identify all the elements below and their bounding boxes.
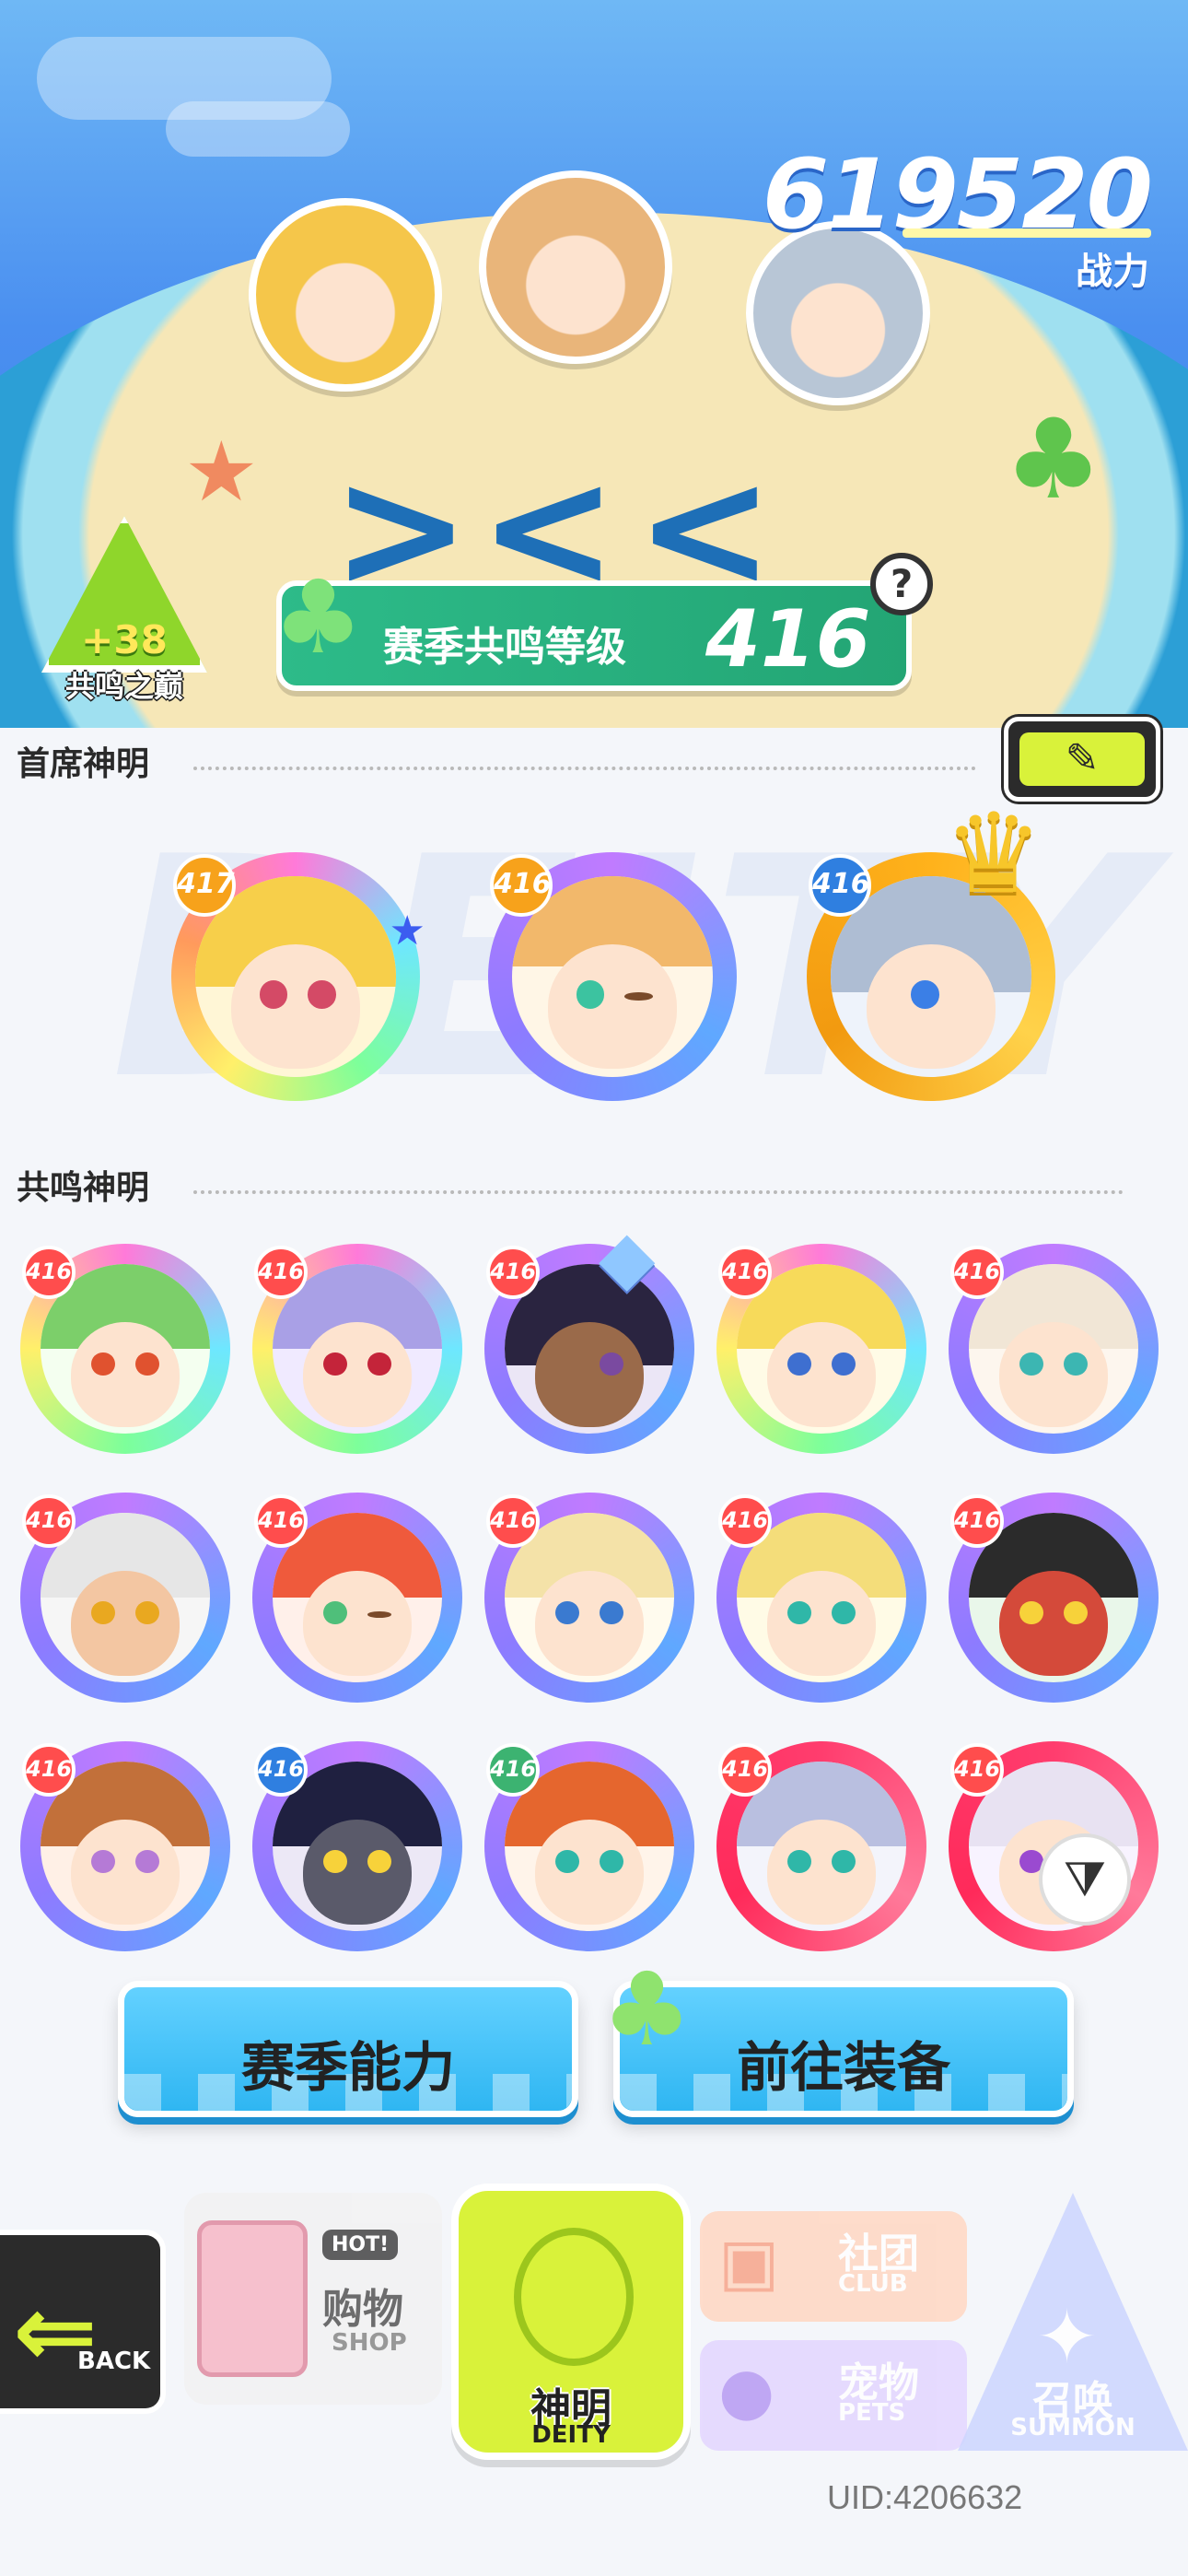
nav-club[interactable]: ▣ 社团 CLUB (700, 2211, 967, 2322)
back-label: BACK (77, 2348, 151, 2375)
resonator-avatar-6[interactable]: 416 (20, 1493, 230, 1703)
level-badge: 416 (950, 1743, 1004, 1797)
resonator-avatar-14[interactable]: 416 (716, 1741, 926, 1951)
combat-power-label: 战力 (1076, 251, 1149, 293)
go-equipment-button[interactable]: ♣ 前往装备 (601, 1950, 1074, 2117)
peak-name: 共鸣之巅 (64, 669, 183, 704)
resonator-avatar-12[interactable]: 416 (252, 1741, 462, 1951)
deity-icon (514, 2228, 634, 2366)
level-badge: 416 (486, 1743, 540, 1797)
club-bag-icon: ▣ (718, 2224, 780, 2300)
level-badge: 416 (809, 854, 871, 917)
level-badge: 416 (486, 1494, 540, 1548)
crystal-icon: ◆ (599, 1214, 656, 1300)
level-badge: 416 (718, 1494, 772, 1548)
season-ability-label: 赛季能力 (240, 2036, 455, 2099)
user-id: UID:4206632 (827, 2478, 1023, 2516)
shop-label-en: SHOP (332, 2329, 407, 2357)
go-equipment-label: 前往装备 (736, 2036, 950, 2099)
pet-icon: ● (718, 2353, 775, 2429)
resonator-avatar-7[interactable]: 416 (252, 1493, 462, 1703)
resonator-avatar-9[interactable]: 416 (716, 1493, 926, 1703)
level-badge: 416 (486, 1246, 540, 1299)
level-badge: 416 (22, 1494, 76, 1548)
nav-pets[interactable]: ● 宠物 PETS (700, 2340, 967, 2451)
resonance-label: 赛季共鸣等级 (383, 624, 626, 671)
leader-avatar-2[interactable]: 416 (488, 852, 737, 1101)
resonator-avatar-4[interactable]: 416 (716, 1244, 926, 1454)
level-badge: 416 (254, 1494, 308, 1548)
filter-icon: ⧩ (1063, 1852, 1107, 1907)
starfish-icon: ★ (184, 424, 259, 521)
filter-button[interactable]: ⧩ (1039, 1833, 1131, 1926)
resonance-level: 416 (705, 593, 871, 685)
island-banner: > < < ★ ♣ 619520 战力 +38 共鸣之巅 ♣ 赛季共鸣等级 41… (0, 0, 1188, 728)
star-icon: ★ (389, 907, 425, 954)
power-underline (903, 228, 1151, 238)
nav-summon[interactable]: ✦ 召唤 SUMMON (958, 2193, 1188, 2460)
vending-machine-icon (197, 2220, 308, 2377)
pets-label-en: PETS (838, 2399, 906, 2427)
resonator-avatar-10[interactable]: 416 (949, 1493, 1159, 1703)
peak-bonus: +38 (81, 617, 168, 662)
back-button[interactable]: ⇐ BACK (0, 2230, 166, 2414)
level-badge: 416 (490, 854, 553, 917)
shop-label: 购物 (322, 2286, 403, 2333)
resonance-peak-badge[interactable]: +38 共鸣之巅 (37, 516, 212, 704)
leader-avatar-1[interactable]: 417 ★ (171, 852, 425, 1101)
resonator-avatar-2[interactable]: 416 (252, 1244, 462, 1454)
level-badge: 416 (950, 1494, 1004, 1548)
level-badge: 416 (718, 1743, 772, 1797)
level-badge: 417 (173, 854, 236, 917)
divider (193, 767, 976, 770)
hot-badge: HOT! (322, 2230, 399, 2260)
leader-chibi-1 (249, 198, 442, 392)
resonator-avatar-11[interactable]: 416 (20, 1741, 230, 1951)
edit-leaders-button[interactable]: ✎ (1004, 717, 1160, 802)
palm-tree-icon: ♣ (1004, 396, 1103, 524)
pencil-icon: ✎ (1019, 732, 1145, 786)
crown-icon: ♛ (944, 790, 1043, 919)
resonators-section-title: 共鸣神明 (17, 1169, 150, 1207)
club-label-en: CLUB (838, 2270, 908, 2298)
resonator-avatar-1[interactable]: 416 (20, 1244, 230, 1454)
level-badge: 416 (254, 1246, 308, 1299)
resonator-avatar-3[interactable]: 416 (484, 1244, 694, 1454)
season-resonance-level: ♣ 赛季共鸣等级 416 (273, 558, 912, 691)
summon-label-en: SUMMON (1010, 2414, 1136, 2441)
level-badge: 416 (950, 1246, 1004, 1299)
season-ability-button[interactable]: 赛季能力 (118, 1981, 578, 2117)
level-badge: 416 (718, 1246, 772, 1299)
help-button[interactable]: ? (870, 553, 933, 615)
nav-shop[interactable]: HOT! 购物 SHOP (184, 2193, 442, 2405)
cloud (166, 101, 350, 157)
level-badge: 416 (22, 1246, 76, 1299)
palm-icon: ♣ (273, 558, 364, 676)
resonator-avatar-8[interactable]: 416 (484, 1493, 694, 1703)
deity-label-en: DEITY (531, 2421, 611, 2449)
resonator-avatar-13[interactable]: 416 (484, 1741, 694, 1951)
leaders-section-title: 首席神明 (17, 745, 150, 783)
level-badge: 416 (22, 1743, 76, 1797)
leader-chibi-2 (479, 170, 672, 364)
resonator-avatar-5[interactable]: 416 (949, 1244, 1159, 1454)
divider (193, 1190, 1124, 1194)
nav-deity[interactable]: 神明 DEITY (451, 2184, 691, 2460)
level-badge: 416 (254, 1743, 308, 1797)
